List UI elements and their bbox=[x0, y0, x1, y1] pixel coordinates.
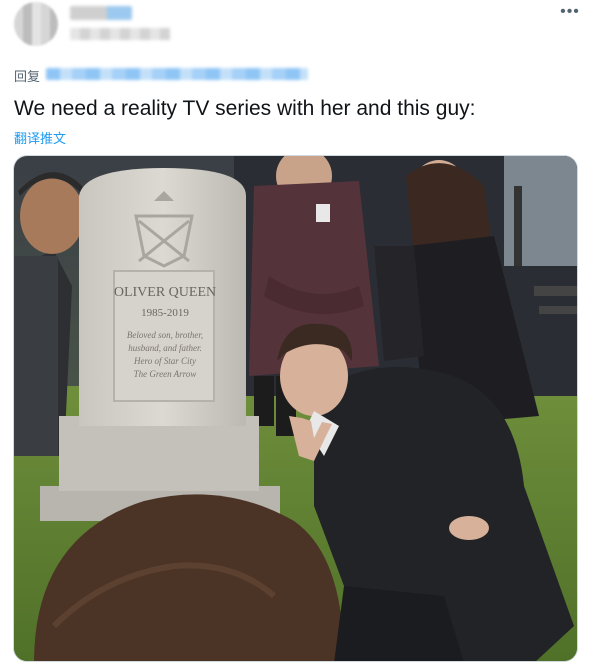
tweet-text: We need a reality TV series with her and… bbox=[14, 97, 476, 120]
translate-tweet-link[interactable]: 翻译推文 bbox=[14, 128, 66, 147]
author-name-redacted[interactable] bbox=[70, 6, 132, 20]
tweet-photo[interactable]: OLIVER QUEEN 1985-2019 Beloved son, brot… bbox=[13, 155, 578, 662]
author-handle-redacted[interactable] bbox=[70, 28, 170, 40]
reply-label: 回复 bbox=[14, 69, 41, 84]
headstone-epitaph-2: husband, and father. bbox=[128, 343, 202, 353]
headstone-epitaph-3: Hero of Star City bbox=[133, 356, 196, 366]
headstone-name: OLIVER QUEEN bbox=[114, 285, 216, 300]
headstone-epitaph-1: Beloved son, brother, bbox=[127, 330, 203, 340]
headstone-years: 1985-2019 bbox=[141, 307, 189, 319]
reply-target-redacted[interactable] bbox=[46, 68, 308, 80]
headstone-epitaph-4: The Green Arrow bbox=[134, 369, 197, 379]
author-avatar[interactable] bbox=[14, 2, 58, 46]
more-options-icon[interactable]: ••• bbox=[556, 4, 584, 20]
